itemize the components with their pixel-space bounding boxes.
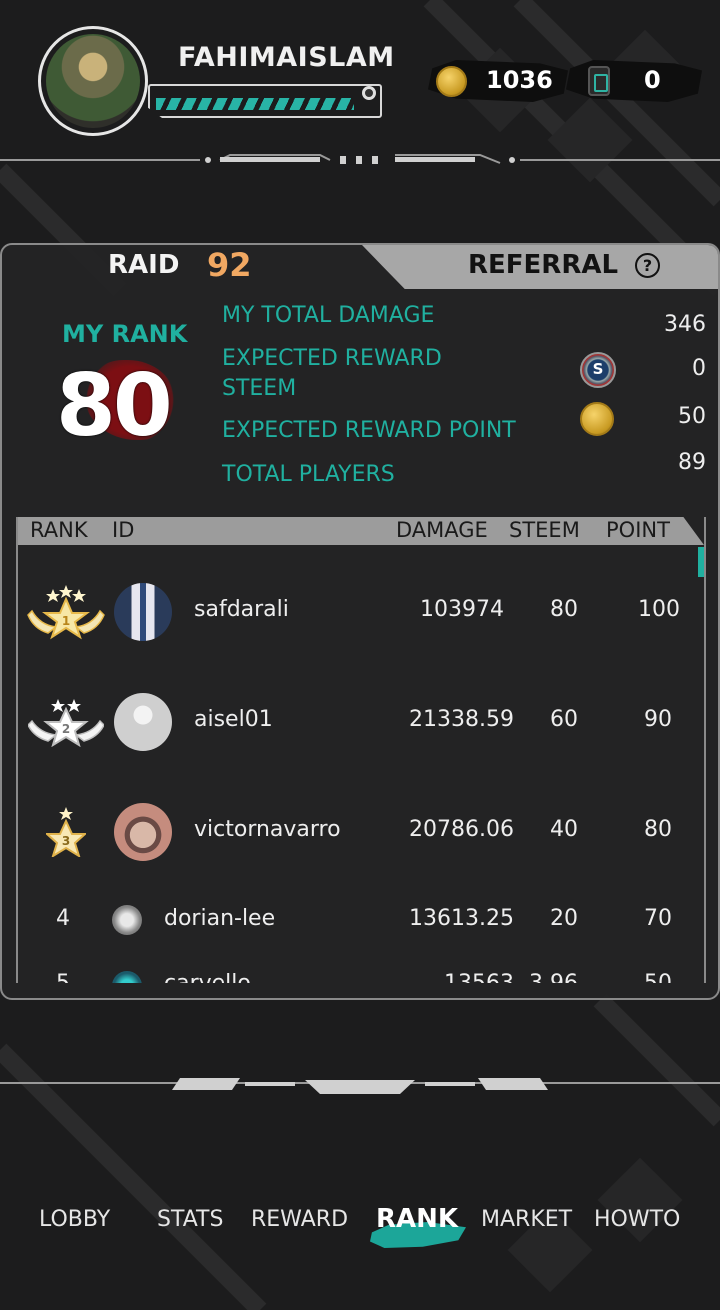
row-steem: 40 (550, 817, 578, 842)
table-row[interactable]: 5 carvello 13563 3.96 50 (18, 969, 704, 983)
nav-reward[interactable]: REWARD (251, 1207, 348, 1232)
row-steem: 80 (550, 597, 578, 622)
col-header-steem: STEEM (509, 518, 580, 542)
avatar[interactable] (114, 693, 172, 751)
gold-medal-icon: 1 (27, 585, 105, 640)
medal-rank-1: 1 (62, 614, 70, 628)
nav-lobby[interactable]: LOBBY (39, 1207, 110, 1232)
point-coin-icon (580, 402, 614, 436)
raid-number[interactable]: 92 (207, 246, 252, 284)
avatar[interactable] (114, 803, 172, 861)
row-damage: 21338.59 (409, 707, 514, 732)
row-point: 80 (644, 817, 672, 842)
expected-point-value: 50 (678, 404, 706, 429)
ticket-balance-bg (566, 60, 702, 102)
expected-point-label: EXPECTED REWARD POINT (222, 418, 516, 443)
table-row[interactable]: 1 safdarali 103974 80 100 (18, 577, 704, 667)
row-point: 50 (616, 971, 672, 983)
profile-avatar-frame[interactable] (38, 26, 148, 136)
bronze-medal-icon: 3 (46, 807, 86, 857)
my-rank-value: 80 (56, 356, 173, 456)
avatar[interactable] (114, 583, 172, 641)
row-steem: 20 (550, 906, 578, 931)
ticket-count: 0 (644, 66, 661, 94)
row-damage: 13613.25 (409, 906, 514, 931)
steem-icon (580, 352, 616, 388)
coin-count: 1036 (486, 66, 553, 94)
col-header-rank: RANK (30, 518, 88, 542)
total-players-value: 89 (678, 450, 706, 475)
table-row[interactable]: 2 aisel01 21338.59 60 90 (18, 687, 704, 777)
medal-rank-2: 2 (62, 722, 70, 736)
total-players-label: TOTAL PLAYERS (222, 462, 395, 487)
medal-rank-3: 3 (62, 834, 70, 848)
xp-progress-knob (362, 86, 376, 100)
table-row[interactable]: 3 victornavarro 20786.06 40 80 (18, 797, 704, 887)
tab-referral-label[interactable]: REFERRAL (468, 250, 618, 280)
nav-rank[interactable]: RANK (376, 1204, 458, 1234)
row-damage: 13563 (388, 971, 514, 983)
row-rank: 4 (56, 906, 70, 931)
tab-raid-label[interactable]: RAID (108, 250, 179, 280)
row-steem: 3.96 (518, 971, 578, 983)
table-header: RANK ID DAMAGE STEEM POINT (18, 517, 704, 545)
total-damage-value: 346 (664, 312, 706, 337)
leaderboard-table[interactable]: RANK ID DAMAGE STEEM POINT 1 safdarali 1… (16, 517, 706, 983)
row-point: 70 (644, 906, 672, 931)
expected-steem-label: EXPECTED REWARD STEEM (222, 346, 442, 401)
avatar[interactable] (112, 971, 142, 983)
row-id[interactable]: carvello (164, 971, 251, 983)
profile-avatar[interactable] (46, 34, 140, 128)
expected-steem-value: 0 (692, 356, 706, 381)
col-header-point: POINT (606, 518, 670, 542)
row-id[interactable]: dorian-lee (164, 906, 275, 931)
nav-howto[interactable]: HOWTO (594, 1207, 680, 1232)
xp-progress-bar (148, 84, 382, 118)
row-id[interactable]: victornavarro (194, 817, 341, 842)
my-rank-label: MY RANK (62, 320, 188, 348)
silver-medal-icon: 2 (28, 699, 104, 747)
row-steem: 60 (550, 707, 578, 732)
row-point: 100 (638, 597, 680, 622)
nav-market[interactable]: MARKET (481, 1207, 572, 1232)
avatar[interactable] (112, 905, 142, 935)
col-header-damage: DAMAGE (396, 518, 488, 542)
row-damage: 103974 (420, 597, 504, 622)
row-id[interactable]: aisel01 (194, 707, 273, 732)
coin-icon (436, 66, 467, 97)
total-damage-label: MY TOTAL DAMAGE (222, 303, 435, 328)
row-rank: 5 (56, 971, 70, 983)
nav-stats[interactable]: STATS (157, 1207, 223, 1232)
table-scrollbar[interactable] (698, 547, 704, 577)
row-point: 90 (644, 707, 672, 732)
table-row[interactable]: 4 dorian-lee 13613.25 20 70 (18, 897, 704, 941)
xp-progress-fill (156, 98, 354, 110)
col-header-id: ID (112, 518, 135, 542)
help-icon[interactable]: ? (635, 253, 660, 278)
row-damage: 20786.06 (409, 817, 514, 842)
ticket-icon (588, 66, 610, 96)
username: FAHIMAISLAM (178, 42, 395, 73)
row-id[interactable]: safdarali (194, 597, 289, 622)
